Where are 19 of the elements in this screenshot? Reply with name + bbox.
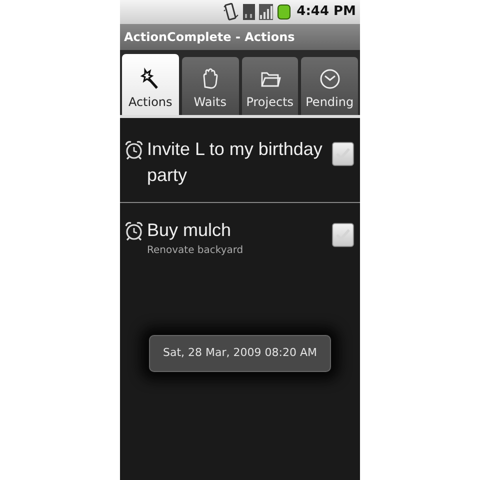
clock-icon xyxy=(318,67,341,89)
tab[interactable]: Actions xyxy=(122,54,179,115)
date-toast: Sat, 28 Mar, 2009 08:20 AM xyxy=(149,335,331,372)
status-time: 4:44 PM xyxy=(296,3,356,22)
checkbox[interactable] xyxy=(332,223,354,247)
alarm-clock-icon xyxy=(124,140,144,160)
battery-icon xyxy=(276,4,291,20)
checkbox[interactable] xyxy=(332,142,354,166)
signal-icon xyxy=(258,4,273,20)
alarm-clock-icon xyxy=(124,221,144,241)
vibrate-icon xyxy=(222,3,239,21)
project-name: Renovate backyard xyxy=(147,244,244,258)
tab[interactable]: Pending xyxy=(301,57,358,115)
network-3g-icon xyxy=(242,4,255,20)
action-title: Buy mulch xyxy=(147,219,232,242)
tab[interactable]: Waits xyxy=(182,57,238,115)
window-title: ActionComplete - Actions xyxy=(124,29,295,46)
action-title: Invite L to my birthday party xyxy=(147,138,324,187)
tab[interactable]: Projects xyxy=(242,57,298,115)
